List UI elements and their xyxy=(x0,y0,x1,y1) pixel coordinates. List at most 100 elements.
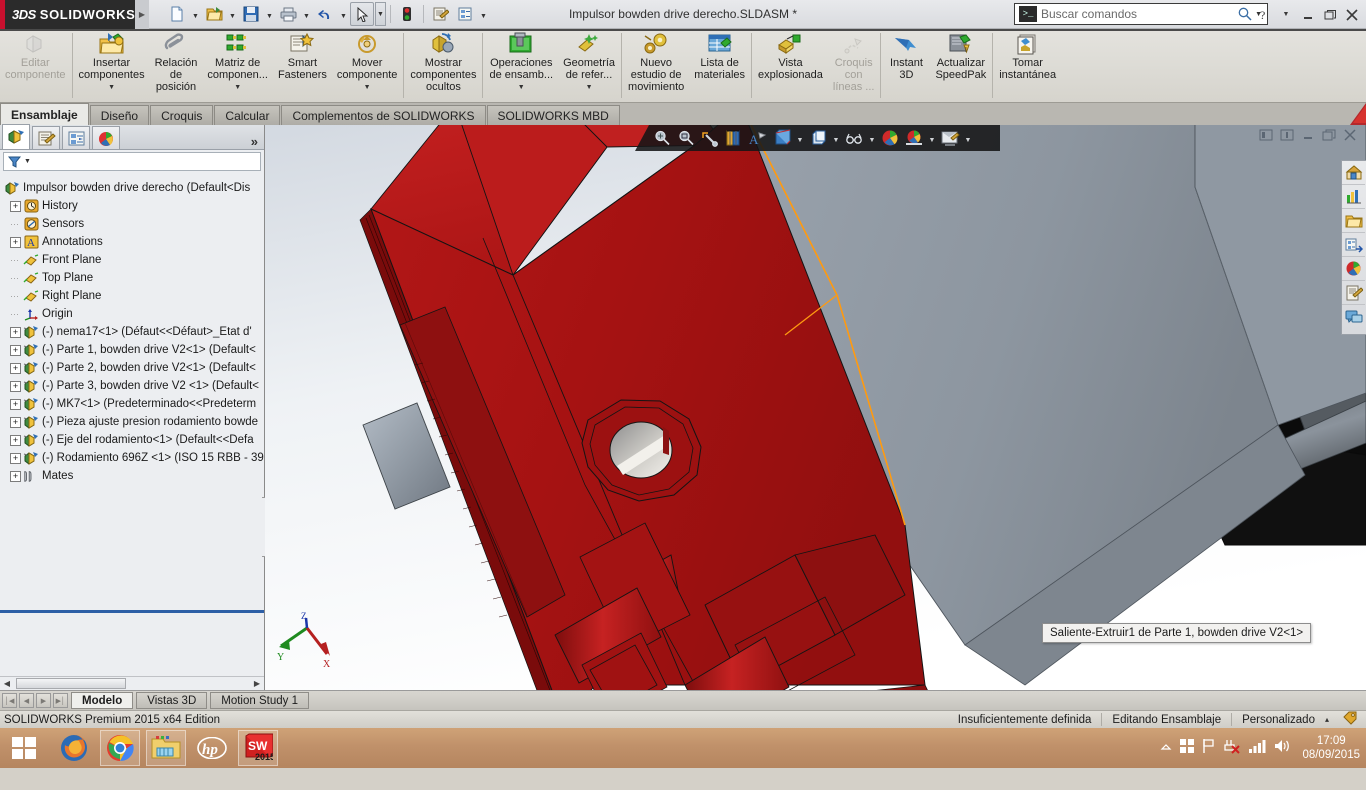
command-tab-calcular[interactable]: Calcular xyxy=(214,105,281,125)
tree-item[interactable]: ··· Sensors xyxy=(0,215,264,233)
tree-expand-toggle[interactable]: + xyxy=(10,380,21,392)
command-tab-dise-o[interactable]: Diseño xyxy=(89,105,150,125)
command-search-box[interactable]: >_ Buscar comandos ▼ xyxy=(1014,3,1268,25)
feature-tree-filter[interactable]: ▼ xyxy=(3,152,261,171)
view-orientation-dropdown[interactable]: ▼ xyxy=(795,127,805,149)
appearances-scenes-button[interactable] xyxy=(1342,257,1365,281)
nav-previous-button[interactable]: ◀ xyxy=(19,693,34,708)
display-style-dropdown[interactable]: ▼ xyxy=(831,127,841,149)
windows-start-icon[interactable] xyxy=(0,728,48,768)
document-tab-vistas-3d[interactable]: Vistas 3D xyxy=(136,692,208,709)
tree-item[interactable]: + (-) Parte 2, bowden drive V2<1> (Defaul… xyxy=(0,359,264,377)
ribbon-button-dropdown[interactable]: ▼ xyxy=(234,82,241,94)
split-horizontal-button[interactable] xyxy=(1279,128,1295,142)
zoom-to-area-icon[interactable] xyxy=(675,127,697,149)
print-document-dropdown[interactable]: ▼ xyxy=(301,2,312,26)
hide-show-dropdown[interactable]: ▼ xyxy=(867,127,877,149)
tree-expand-toggle[interactable]: + xyxy=(10,326,21,338)
close-window-button[interactable] xyxy=(1342,5,1362,25)
tree-expand-toggle[interactable]: + xyxy=(10,398,21,410)
tree-item[interactable]: + History xyxy=(0,197,264,215)
ribbon-button-dropdown[interactable]: ▼ xyxy=(364,82,371,94)
file-explorer-button[interactable] xyxy=(1342,209,1365,233)
close-document-button[interactable] xyxy=(1342,128,1358,142)
configuration-manager-tab[interactable] xyxy=(62,126,90,149)
hide-show-glasses-icon[interactable] xyxy=(843,127,865,149)
tree-item[interactable]: ··· Front Plane xyxy=(0,251,264,269)
tree-item[interactable]: + Mates xyxy=(0,467,264,485)
ribbon-button-reference-geometry[interactable]: Geometría de refer... ▼ xyxy=(558,29,620,102)
save-document-dropdown[interactable]: ▼ xyxy=(264,2,275,26)
ribbon-button-dropdown[interactable]: ▼ xyxy=(586,82,593,94)
sw-forum-button[interactable] xyxy=(1342,305,1365,329)
feature-tree-tab[interactable] xyxy=(2,124,30,149)
ribbon-button-new-motion-study[interactable]: Nuevo estudio de movimiento xyxy=(623,29,689,102)
select-cursor-dropdown[interactable]: ▼ xyxy=(375,2,386,26)
status-units-dropdown[interactable]: ▴ xyxy=(1325,715,1343,724)
graphics-viewport[interactable]: A ▼ ▼ ▼ ▼ ▼ Saliente-Extruir1 de Parte 1… xyxy=(265,125,1366,690)
tree-item[interactable]: + (-) MK7<1> (Predeterminado<<Predeterm xyxy=(0,395,264,413)
rebuild-button[interactable] xyxy=(395,2,419,26)
help-icon[interactable]: ? xyxy=(1254,5,1274,25)
network-error-icon[interactable] xyxy=(1223,738,1241,759)
command-tab-complementos-de-solidworks[interactable]: Complementos de SOLIDWORKS xyxy=(281,105,486,125)
command-tab-solidworks-mbd[interactable]: SOLIDWORKS MBD xyxy=(486,105,620,125)
save-document-button[interactable] xyxy=(239,2,263,26)
ribbon-button-assembly-features[interactable]: Operaciones de ensamb... ▼ xyxy=(484,29,558,102)
sw-resources-button[interactable] xyxy=(1342,161,1365,185)
nav-next-button[interactable]: ▶ xyxy=(36,693,51,708)
view-settings-dropdown[interactable]: ▼ xyxy=(963,127,973,149)
zoom-to-fit-icon[interactable] xyxy=(651,127,673,149)
restore-window-button[interactable] xyxy=(1320,5,1340,25)
firefox-icon[interactable] xyxy=(54,730,94,766)
explorer-folder-icon[interactable] xyxy=(146,730,186,766)
feature-manager-more-tabs[interactable]: » xyxy=(251,134,258,149)
tree-expand-toggle[interactable]: + xyxy=(10,344,21,356)
display-style-icon[interactable] xyxy=(807,127,829,149)
3d-model-render[interactable] xyxy=(265,125,1366,690)
ribbon-button-update-speedpak[interactable]: ! Actualizar SpeedPak xyxy=(930,29,991,102)
view-palette-button[interactable] xyxy=(1342,233,1365,257)
document-tab-motion-study-1[interactable]: Motion Study 1 xyxy=(210,692,309,709)
nav-last-button[interactable]: ▶│ xyxy=(53,693,68,708)
tree-expand-toggle[interactable]: + xyxy=(10,236,21,248)
tree-item[interactable]: + (-) Rodamiento 696Z <1> (ISO 15 RBB - 3… xyxy=(0,449,264,467)
command-tab-croquis[interactable]: Croquis xyxy=(150,105,214,125)
scrollbar-thumb[interactable] xyxy=(16,678,126,689)
command-tab-ensamblaje[interactable]: Ensamblaje xyxy=(0,103,89,125)
print-document-button[interactable] xyxy=(276,2,300,26)
open-document-dropdown[interactable]: ▼ xyxy=(227,2,238,26)
search-icon[interactable] xyxy=(1237,6,1253,22)
apply-scene-icon[interactable] xyxy=(903,127,925,149)
ribbon-button-component-pattern[interactable]: Matriz de componen... ▼ xyxy=(202,29,273,102)
menu-expand-arrow[interactable]: ▶ xyxy=(135,0,149,29)
view-orientation-cube-icon[interactable] xyxy=(771,127,793,149)
flag-icon[interactable] xyxy=(1202,738,1216,759)
tree-item[interactable]: ··· Origin xyxy=(0,305,264,323)
undo-button[interactable] xyxy=(313,2,337,26)
restore-document-button[interactable] xyxy=(1321,128,1337,142)
tree-item[interactable]: ··· Top Plane xyxy=(0,269,264,287)
tree-expand-toggle[interactable]: + xyxy=(10,452,21,464)
design-library-button[interactable] xyxy=(1342,185,1365,209)
options-dropdown[interactable]: ▼ xyxy=(478,2,489,26)
solidworks-2015-icon[interactable]: SW 2015 xyxy=(238,730,278,766)
feature-tree-horizontal-scrollbar[interactable]: ◀ ▶ xyxy=(0,676,264,690)
hp-logo-icon[interactable]: hp xyxy=(192,730,232,766)
ribbon-button-smart-fasteners[interactable]: Smart Fasteners xyxy=(273,29,332,102)
split-vertical-button[interactable] xyxy=(1258,128,1274,142)
command-search-input[interactable]: Buscar comandos xyxy=(1041,7,1237,21)
tree-item[interactable]: + (-) Pieza ajuste presion rodamiento bow… xyxy=(0,413,264,431)
tree-expand-toggle[interactable]: + xyxy=(10,362,21,374)
windows-flag-icon[interactable] xyxy=(1179,738,1195,759)
custom-properties-button[interactable] xyxy=(1342,281,1365,305)
tree-expand-toggle[interactable]: + xyxy=(10,200,21,212)
select-cursor-button[interactable] xyxy=(350,2,374,26)
tree-item[interactable]: + (-) Parte 3, bowden drive V2 <1> (Defau… xyxy=(0,377,264,395)
appearance-sphere-icon[interactable] xyxy=(879,127,901,149)
tree-expand-toggle[interactable]: + xyxy=(10,470,21,482)
property-manager-tab[interactable] xyxy=(32,126,60,149)
section-view-icon[interactable] xyxy=(723,127,745,149)
display-manager-tab[interactable] xyxy=(92,126,120,149)
ribbon-button-insert-components[interactable]: Insertar componentes ▼ xyxy=(74,29,150,102)
